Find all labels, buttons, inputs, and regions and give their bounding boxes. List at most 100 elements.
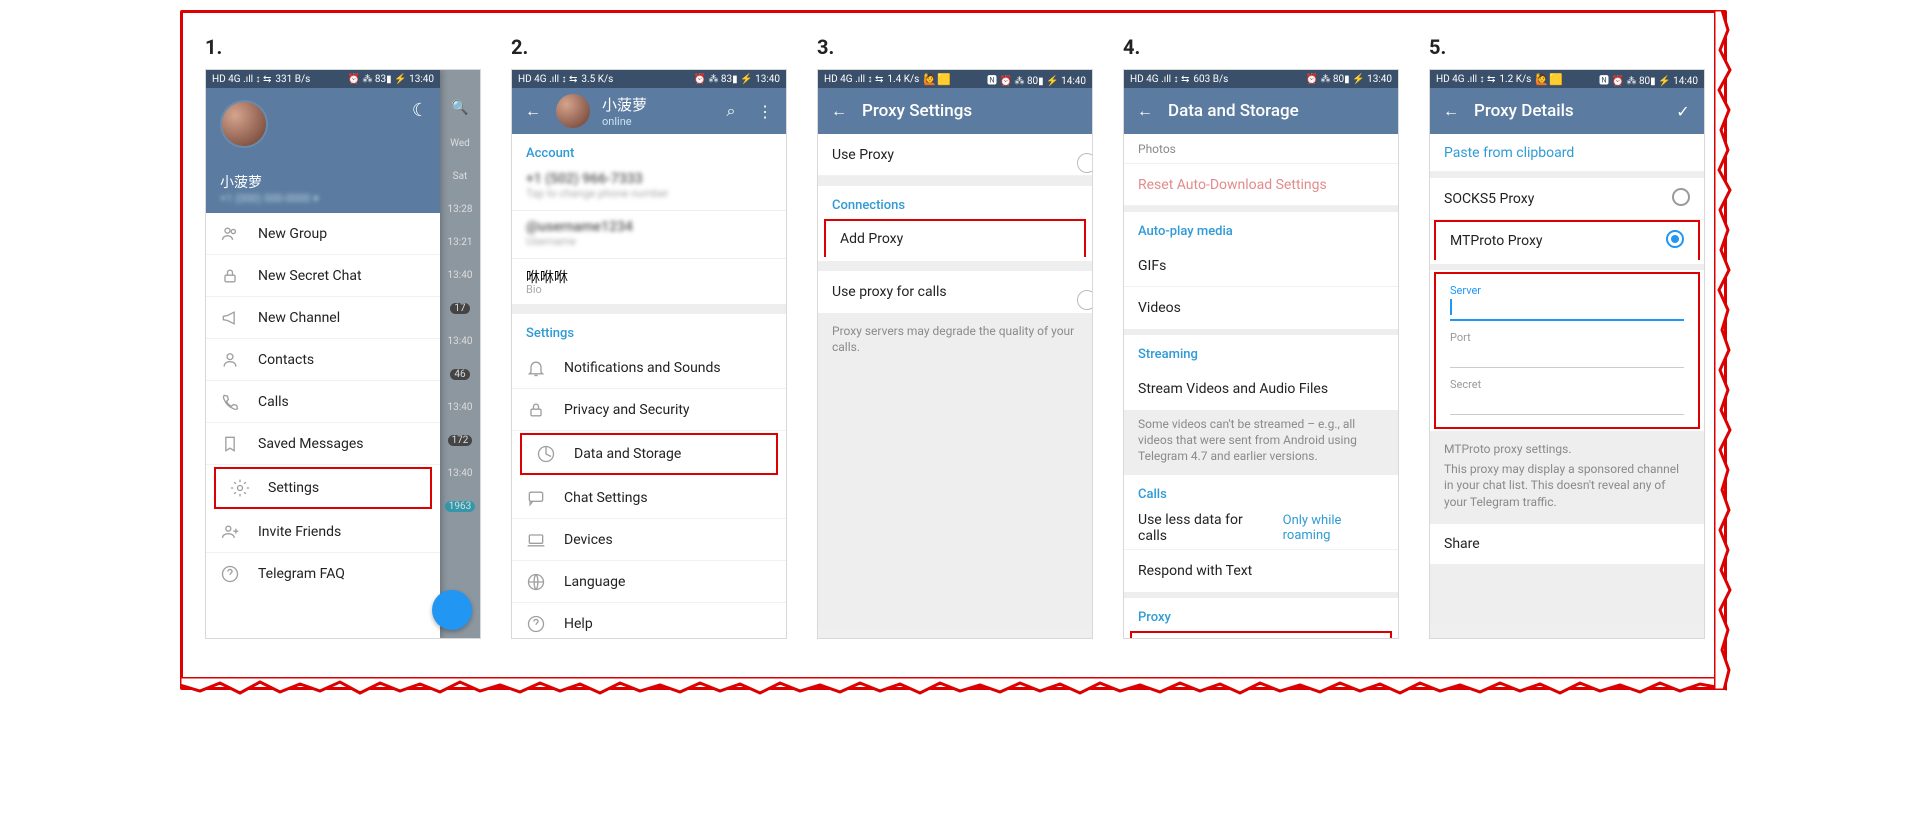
section-proxy: Proxy [1124, 598, 1398, 631]
auto-download-photos[interactable]: Photos [1124, 134, 1398, 164]
reset-auto-download[interactable]: Reset Auto-Download Settings [1124, 164, 1398, 206]
account-username[interactable]: @username1234 Username [512, 215, 786, 254]
paste-clipboard[interactable]: Paste from clipboard [1430, 134, 1704, 172]
app-bar: ← Data and Storage [1124, 88, 1398, 134]
drawer-header: ☾ 小菠萝 +1 (000) 000-0000 ▾ [206, 88, 440, 213]
menu-new-secret[interactable]: New Secret Chat [206, 255, 440, 297]
add-proxy[interactable]: Add Proxy [824, 219, 1086, 257]
phone-3: HD 4G .ıll ↕ ⇆1.4 K/s🙋🟨 🅽 ⏰ ⁂ 80▮ ⚡ 14:4… [817, 69, 1093, 639]
step-label: 2. [511, 35, 787, 59]
help-icon [220, 564, 240, 584]
search-icon[interactable]: 🔍 [451, 100, 468, 116]
status-bar: HD 4G .ıll ↕ ⇆331 B/s ⏰ ⁂ 83▮ ⚡ 13:40 [206, 70, 440, 88]
radio-on[interactable] [1666, 230, 1684, 248]
step-label: 4. [1123, 35, 1399, 59]
night-mode-icon[interactable]: ☾ [412, 100, 428, 121]
step-label: 5. [1429, 35, 1705, 59]
back-icon[interactable]: ← [522, 100, 544, 122]
profile-status: online [602, 115, 647, 128]
back-icon[interactable]: ← [1134, 100, 1156, 122]
drawer-username: 小菠萝 [220, 172, 426, 192]
settings-data-storage[interactable]: Data and Storage [520, 433, 778, 475]
lock-icon [526, 400, 546, 420]
respond-text[interactable]: Respond with Text [1124, 550, 1398, 592]
proxy-settings[interactable]: Proxy Settings [1130, 631, 1392, 639]
share-proxy[interactable]: Share [1430, 524, 1704, 564]
help-icon [526, 614, 546, 634]
add-person-icon [220, 522, 240, 542]
section-connections: Connections [818, 186, 1092, 219]
menu-settings[interactable]: Settings [214, 467, 432, 509]
more-icon[interactable]: ⋮ [754, 100, 776, 122]
section-account: Account [512, 134, 786, 167]
megaphone-icon [220, 308, 240, 328]
menu-faq[interactable]: Telegram FAQ [206, 553, 440, 595]
secret-input[interactable]: Secret [1436, 372, 1698, 419]
use-proxy-calls[interactable]: Use proxy for calls [818, 271, 1092, 313]
menu-new-channel[interactable]: New Channel [206, 297, 440, 339]
chat-list-strip: 🔍 Wed Sat 13:28 13:21 13:40 17 13:40 46 … [440, 70, 480, 638]
fab-new-message[interactable] [432, 590, 472, 630]
phone-5: HD 4G .ıll ↕ ⇆1.2 K/s🙋🟨 🅽 ⏰ ⁂ 80▮ ⚡ 14:4… [1429, 69, 1705, 639]
settings-help[interactable]: Help [512, 603, 786, 639]
menu-invite[interactable]: Invite Friends [206, 511, 440, 553]
bookmark-icon [220, 434, 240, 454]
app-bar: ← Proxy Settings [818, 88, 1092, 134]
drawer-menu: New Group New Secret Chat New Channel Co… [206, 213, 440, 595]
section-calls: Calls [1124, 475, 1398, 508]
settings-devices[interactable]: Devices [512, 519, 786, 561]
settings-chat[interactable]: Chat Settings [512, 477, 786, 519]
menu-calls[interactable]: Calls [206, 381, 440, 423]
chat-icon [526, 488, 546, 508]
section-autoplay: Auto-play media [1124, 212, 1398, 245]
bell-icon [526, 358, 546, 378]
less-data-calls[interactable]: Use less data for callsOnly while roamin… [1124, 508, 1398, 550]
data-icon [536, 444, 556, 464]
menu-contacts[interactable]: Contacts [206, 339, 440, 381]
calls-help: Proxy servers may degrade the quality of… [818, 313, 1092, 369]
proxy-type-mtproto[interactable]: MTProto Proxy [1434, 220, 1700, 260]
phone-4: HD 4G .ıll ↕ ⇆603 B/s ⏰ ⁂ 80▮ ⚡ 13:40 ← … [1123, 69, 1399, 639]
server-input[interactable]: Server [1436, 278, 1698, 325]
settings-notifications[interactable]: Notifications and Sounds [512, 347, 786, 389]
avatar[interactable] [220, 100, 268, 148]
page-title: Proxy Details [1474, 101, 1574, 121]
use-proxy-toggle[interactable]: Use Proxy [818, 134, 1092, 176]
laptop-icon [526, 530, 546, 550]
back-icon[interactable]: ← [828, 100, 850, 122]
settings-privacy[interactable]: Privacy and Security [512, 389, 786, 431]
account-phone[interactable]: +1 (502) 966-7333 Tap to change phone nu… [512, 167, 786, 206]
globe-icon [526, 572, 546, 592]
drawer-phone: +1 (000) 000-0000 ▾ [220, 192, 426, 205]
person-icon [220, 350, 240, 370]
status-bar: HD 4G .ıll ↕ ⇆603 B/s ⏰ ⁂ 80▮ ⚡ 13:40 [1124, 70, 1398, 88]
app-bar: ← 小菠萝 online ⌕ ⋮ [512, 88, 786, 134]
page-title: Data and Storage [1168, 101, 1299, 121]
port-input[interactable]: Port [1436, 325, 1698, 372]
status-bar: HD 4G .ıll ↕ ⇆1.4 K/s🙋🟨 🅽 ⏰ ⁂ 80▮ ⚡ 14:4… [818, 70, 1092, 88]
proxy-type-socks5[interactable]: SOCKS5 Proxy [1430, 178, 1704, 220]
avatar[interactable] [556, 94, 590, 128]
menu-saved[interactable]: Saved Messages [206, 423, 440, 465]
autoplay-gifs[interactable]: GIFs [1124, 245, 1398, 287]
gear-icon [230, 478, 250, 498]
people-icon [220, 224, 240, 244]
step-label: 1. [205, 35, 481, 59]
search-icon[interactable]: ⌕ [720, 100, 742, 122]
phone-1: 🔍 Wed Sat 13:28 13:21 13:40 17 13:40 46 … [205, 69, 481, 639]
menu-new-group[interactable]: New Group [206, 213, 440, 255]
phone-2: HD 4G .ıll ↕ ⇆3.5 K/s ⏰ ⁂ 83▮ ⚡ 13:40 ← … [511, 69, 787, 639]
section-streaming: Streaming [1124, 335, 1398, 368]
stream-help: Some videos can't be streamed – e.g., al… [1124, 410, 1398, 475]
profile-username: 小菠萝 [602, 94, 647, 115]
confirm-icon[interactable]: ✓ [1672, 100, 1694, 122]
phone-icon [220, 392, 240, 412]
settings-language[interactable]: Language [512, 561, 786, 603]
stream-toggle[interactable]: Stream Videos and Audio Files [1124, 368, 1398, 410]
mtproto-help: MTProto proxy settings. This proxy may d… [1430, 431, 1704, 524]
back-icon[interactable]: ← [1440, 100, 1462, 122]
autoplay-videos[interactable]: Videos [1124, 287, 1398, 329]
page-title: Proxy Settings [862, 101, 972, 121]
status-bar: HD 4G .ıll ↕ ⇆3.5 K/s ⏰ ⁂ 83▮ ⚡ 13:40 [512, 70, 786, 88]
radio-off[interactable] [1672, 188, 1690, 206]
